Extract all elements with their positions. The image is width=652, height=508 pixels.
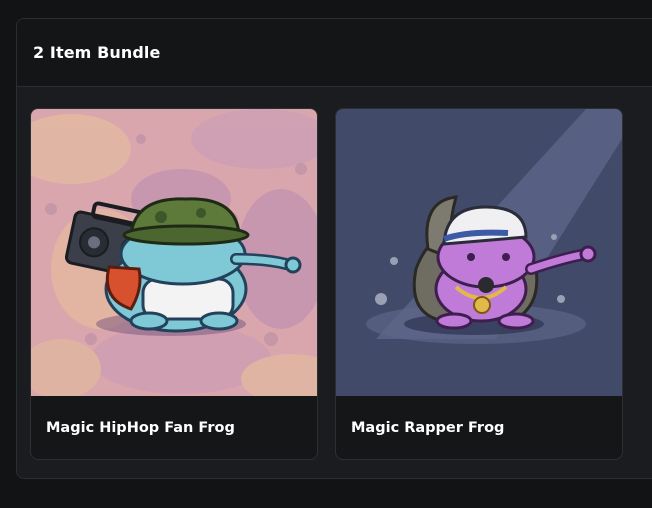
item-card-footer: Magic HipHop Fan Frog <box>31 396 317 459</box>
bundle-title: 2 Item Bundle <box>33 43 161 62</box>
bundle-panel: 2 Item Bundle Magic HipHop Fan Frog Magi… <box>16 18 652 479</box>
item-name: Magic HipHop Fan Frog <box>46 419 235 436</box>
bundle-header: 2 Item Bundle <box>17 19 652 87</box>
item-card-footer: Magic Rapper Frog <box>336 396 622 459</box>
item-card-rapper-frog[interactable]: Magic Rapper Frog <box>335 108 623 460</box>
item-name: Magic Rapper Frog <box>351 419 505 436</box>
hiphop-fan-frog-image <box>31 109 317 396</box>
item-card-hiphop-fan-frog[interactable]: Magic HipHop Fan Frog <box>30 108 318 460</box>
rapper-frog-image <box>336 109 622 396</box>
bundle-items: Magic HipHop Fan Frog Magic Rapper Frog <box>30 108 623 460</box>
